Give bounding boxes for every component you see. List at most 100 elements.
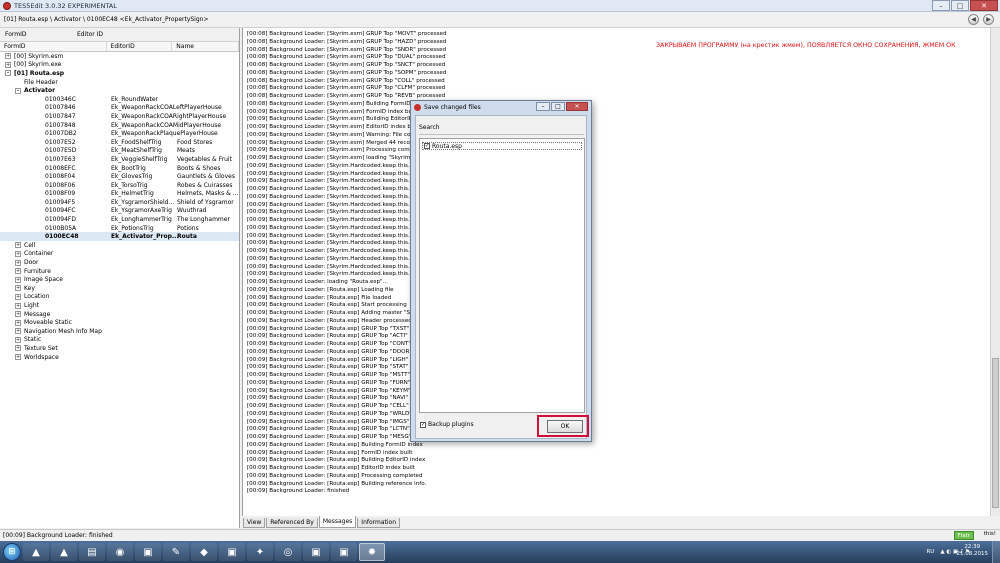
expand-icon[interactable]: + (15, 345, 21, 352)
app-icon[interactable]: ▣ (303, 543, 329, 561)
log-scrollbar[interactable] (990, 28, 1000, 516)
collapse-icon[interactable]: - (15, 87, 21, 94)
back-icon[interactable]: ◀ (968, 14, 979, 25)
tree-row[interactable]: 01007E52 Ek_FoodShelfTrig Food Stores (0, 138, 239, 147)
vlc-icon[interactable]: ▲ (51, 543, 77, 561)
maximize-button[interactable]: □ (951, 0, 969, 11)
tree-row[interactable]: + [00] Skyrim.exe (0, 61, 239, 70)
dialog-maximize-button[interactable]: □ (551, 102, 565, 111)
expand-icon[interactable]: + (15, 311, 21, 318)
tree-row[interactable]: 01008F09 Ek_HelmetTrig Helmets, Masks & ..… (0, 190, 239, 199)
editorid-filter-label[interactable]: Editor ID (77, 31, 147, 38)
tree-row[interactable]: + Navigation Mesh Info Map (0, 327, 239, 336)
expand-icon[interactable]: + (15, 336, 21, 343)
steam-icon[interactable]: ◎ (275, 543, 301, 561)
tree-row[interactable]: 01007846 Ek_WeaponRackCOALeftPlayerHouse (0, 104, 239, 113)
tree-row[interactable]: 01007E63 Ek_VeggieShelfTrig Vegetables & F… (0, 155, 239, 164)
tree-row[interactable]: + Worldspace (0, 353, 239, 362)
formid-filter-label[interactable]: FormID (5, 31, 75, 38)
tree-row[interactable]: 010094FD Ek_LonghammerTrig The Longhammer (0, 215, 239, 224)
start-button[interactable]: ⊞ (3, 543, 21, 561)
tree-row[interactable]: 010094FC Ek_YsgramorAxeTrig Wuuthrad (0, 207, 239, 216)
tree-row[interactable]: + Container (0, 250, 239, 259)
tes5edit-icon[interactable]: ✹ (359, 543, 385, 561)
paint-icon[interactable]: ✦ (247, 543, 273, 561)
ok-button[interactable]: OK (547, 420, 583, 433)
expand-icon[interactable]: + (15, 268, 21, 275)
tab-referenced-by[interactable]: Referenced By (266, 518, 318, 528)
app-icon[interactable]: ▣ (135, 543, 161, 561)
tree-row[interactable]: File Header (0, 78, 239, 87)
tree-row[interactable]: + [00] Skyrim.esm (0, 52, 239, 61)
expand-icon[interactable]: + (15, 259, 21, 266)
ok-highlight-frame: OK (537, 415, 589, 437)
dialog-minimize-button[interactable]: – (536, 102, 550, 111)
pen-icon[interactable]: ✎ (163, 543, 189, 561)
tree-row[interactable]: 0100EC48 Ek_Activator_Prop... Routa (0, 232, 239, 242)
tree-row[interactable]: 01008F06 Ek_TorsoTrig Robes & Cuirasses (0, 181, 239, 190)
app-icon[interactable]: ▣ (219, 543, 245, 561)
show-desktop-button[interactable] (992, 541, 1000, 563)
expand-icon[interactable]: + (5, 61, 11, 68)
expand-icon[interactable]: + (15, 319, 21, 326)
tree-row[interactable]: 01008F04 Ek_GlovesTrig Gauntlets & Gloves (0, 172, 239, 181)
clock[interactable]: 22:39 21.08.2015 (957, 544, 989, 558)
expand-icon[interactable]: + (15, 328, 21, 335)
scrollbar-thumb[interactable] (992, 358, 999, 508)
tree-row[interactable]: + Message (0, 310, 239, 319)
folder-icon[interactable]: ▤ (79, 543, 105, 561)
backup-checkbox[interactable]: ✓ (420, 421, 426, 428)
column-name[interactable]: Name (172, 42, 239, 51)
plugin-item[interactable]: ✓ Routa.esp (422, 142, 582, 150)
tree-row[interactable]: + Key (0, 284, 239, 293)
flattr-badge[interactable]: Flatr (953, 531, 974, 540)
forward-icon[interactable]: ▶ (983, 14, 994, 25)
tree-row[interactable]: + Furniture (0, 267, 239, 276)
expand-icon[interactable]: + (15, 285, 21, 292)
expand-icon[interactable]: + (15, 302, 21, 309)
tree-row[interactable]: 0100346C Ek_RoundWater (0, 95, 239, 104)
tree-row[interactable]: + Static (0, 336, 239, 345)
expand-icon[interactable]: + (5, 53, 11, 60)
column-editorid[interactable]: EditorID (107, 42, 173, 51)
backup-plugins-option[interactable]: ✓ Backup plugins (419, 421, 474, 428)
tree-row[interactable]: + Cell (0, 241, 239, 250)
flattr-this[interactable]: this! (984, 531, 996, 537)
tree-row[interactable]: 01008EFC Ek_BootTrig Boots & Shoes (0, 164, 239, 173)
tree-row[interactable]: + Moveable Static (0, 318, 239, 327)
tree-row[interactable]: + Location (0, 293, 239, 302)
tree-row[interactable]: 01007848 Ek_WeaponRackCOAMidPlayerHouse (0, 121, 239, 130)
dialog-close-button[interactable]: ✕ (566, 102, 588, 111)
tree-row[interactable]: 01007DB2 Ek_WeaponRackPlaquePlayerHouse (0, 129, 239, 138)
tree-row[interactable]: - Activator (0, 86, 239, 95)
minimize-button[interactable]: – (932, 0, 950, 11)
tab-view[interactable]: View (243, 518, 266, 528)
tree-row[interactable]: + Light (0, 301, 239, 310)
close-button[interactable]: ✕ (970, 0, 998, 11)
expand-icon[interactable]: + (15, 242, 21, 249)
app-icon[interactable]: ▣ (331, 543, 357, 561)
tree-row[interactable]: + Texture Set (0, 344, 239, 353)
explorer-icon[interactable]: ▲ (23, 543, 49, 561)
tree-row[interactable]: 01007847 Ek_WeaponRackCOARightPlayerHouse (0, 112, 239, 121)
expand-icon[interactable]: + (15, 276, 21, 283)
column-formid[interactable]: FormID (0, 42, 107, 51)
tree-formid: [00] Skyrim.exe (14, 61, 62, 69)
expand-icon[interactable]: + (15, 250, 21, 257)
tab-information[interactable]: Information (357, 518, 401, 528)
expand-icon[interactable]: + (15, 354, 21, 361)
record-tree-pane: FormID Editor ID FormID EditorID Name +[… (0, 28, 240, 528)
tree-row[interactable]: - [01] Routa.esp (0, 69, 239, 78)
tree-row[interactable]: + Image Space (0, 275, 239, 284)
plugin-checkbox[interactable]: ✓ (424, 143, 430, 149)
skyrim-icon[interactable]: ◆ (191, 543, 217, 561)
tree-row[interactable]: + Door (0, 258, 239, 267)
collapse-icon[interactable]: - (5, 70, 11, 77)
language-indicator[interactable]: RU (926, 549, 934, 555)
tree-row[interactable]: 0100B05A Ek_PotionsTrig Potions (0, 224, 239, 233)
tree-row[interactable]: 010094F5 Ek_YsgramorShield... Shield of Ys… (0, 198, 239, 207)
tree-row[interactable]: 01007E5D Ek_MeatShelfTrig Meats (0, 147, 239, 156)
tab-messages[interactable]: Messages (318, 516, 357, 528)
expand-icon[interactable]: + (15, 293, 21, 300)
firefox-icon[interactable]: ◉ (107, 543, 133, 561)
